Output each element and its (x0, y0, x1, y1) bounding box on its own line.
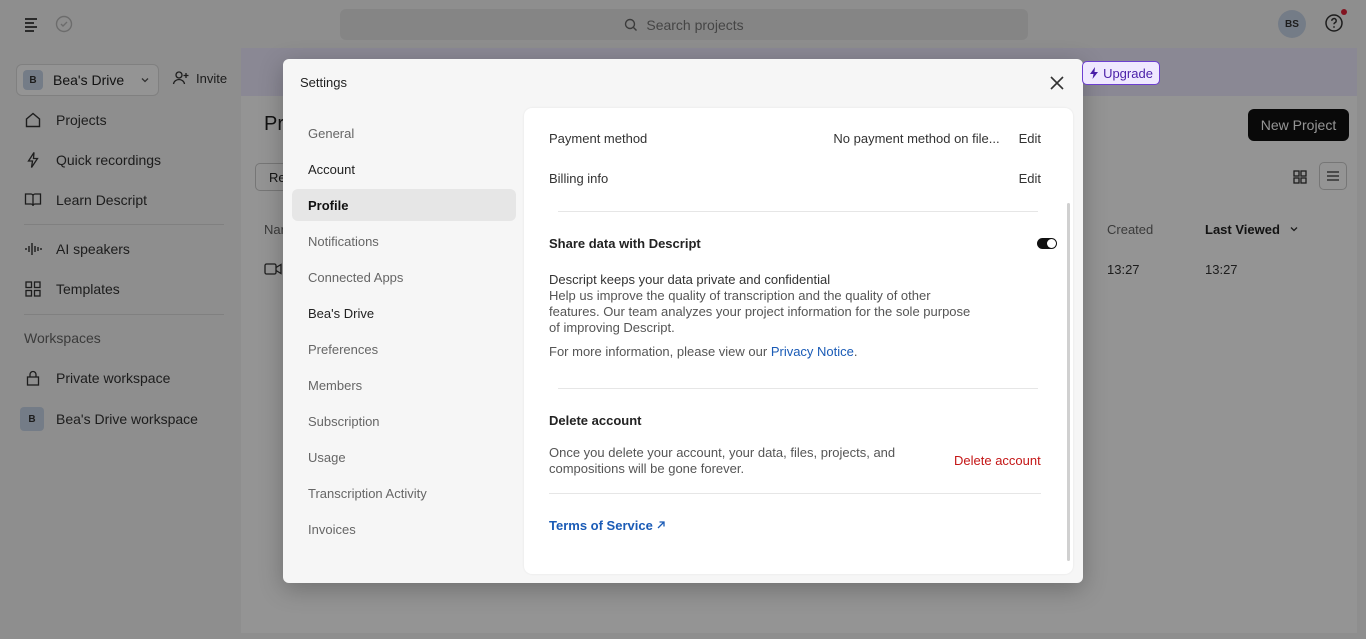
bolt-icon (1090, 67, 1099, 79)
external-link-icon (657, 521, 666, 529)
payment-method-label: Payment method (549, 131, 648, 146)
privacy-prefix: For more information, please view our (549, 344, 771, 359)
share-data-toggle[interactable] (1037, 238, 1057, 249)
settings-content: Payment method No payment method on file… (524, 108, 1073, 574)
billing-info-row: Billing info Edit (549, 171, 1041, 186)
scrollbar[interactable] (1067, 203, 1070, 561)
delete-account-button[interactable]: Delete account (954, 453, 1041, 468)
divider (558, 211, 1038, 212)
delete-account-line2: compositions will be gone forever. (549, 461, 745, 476)
divider (549, 493, 1041, 494)
settings-nav-usage[interactable]: Usage (292, 441, 516, 473)
billing-edit-button[interactable]: Edit (1019, 171, 1041, 186)
payment-edit-button[interactable]: Edit (1019, 131, 1041, 146)
settings-nav: General Account Profile Notifications Co… (292, 117, 516, 549)
settings-nav-transcription-activity[interactable]: Transcription Activity (292, 477, 516, 509)
tos-label: Terms of Service (549, 518, 653, 533)
payment-method-value: No payment method on file... (833, 131, 1000, 146)
delete-account-title: Delete account (549, 413, 642, 428)
settings-nav-profile[interactable]: Profile (292, 189, 516, 221)
share-data-line1: Descript keeps your data private and con… (549, 272, 831, 287)
settings-nav-members[interactable]: Members (292, 369, 516, 401)
settings-nav-connected-apps[interactable]: Connected Apps (292, 261, 516, 293)
terms-of-service-link[interactable]: Terms of Service (549, 518, 666, 533)
share-data-title: Share data with Descript (549, 236, 701, 251)
share-data-line4: of improving Descript. (549, 320, 675, 335)
upgrade-button[interactable]: Upgrade (1082, 61, 1160, 85)
privacy-notice-link[interactable]: Privacy Notice (771, 344, 854, 359)
settings-nav-invoices[interactable]: Invoices (292, 513, 516, 545)
close-icon[interactable] (1048, 74, 1066, 92)
share-data-line3: features. Our team analyzes your project… (549, 304, 971, 319)
upgrade-label: Upgrade (1103, 65, 1153, 81)
divider (558, 388, 1038, 389)
settings-nav-preferences[interactable]: Preferences (292, 333, 516, 365)
settings-section-drive: Bea's Drive (308, 305, 375, 321)
delete-account-line1: Once you delete your account, your data,… (549, 445, 896, 460)
privacy-notice-text: For more information, please view our Pr… (549, 344, 858, 360)
billing-info-label: Billing info (549, 171, 609, 186)
privacy-suffix: . (853, 344, 858, 359)
settings-nav-notifications[interactable]: Notifications (292, 225, 516, 257)
payment-method-row: Payment method No payment method on file… (549, 131, 1041, 146)
settings-nav-subscription[interactable]: Subscription (292, 405, 516, 437)
share-data-line2: Help us improve the quality of transcrip… (549, 288, 931, 303)
settings-modal: Settings General Account Profile Notific… (283, 59, 1083, 583)
settings-section-account: Account (308, 161, 355, 177)
modal-title: Settings (300, 75, 347, 90)
settings-nav-general[interactable]: General (292, 117, 516, 149)
